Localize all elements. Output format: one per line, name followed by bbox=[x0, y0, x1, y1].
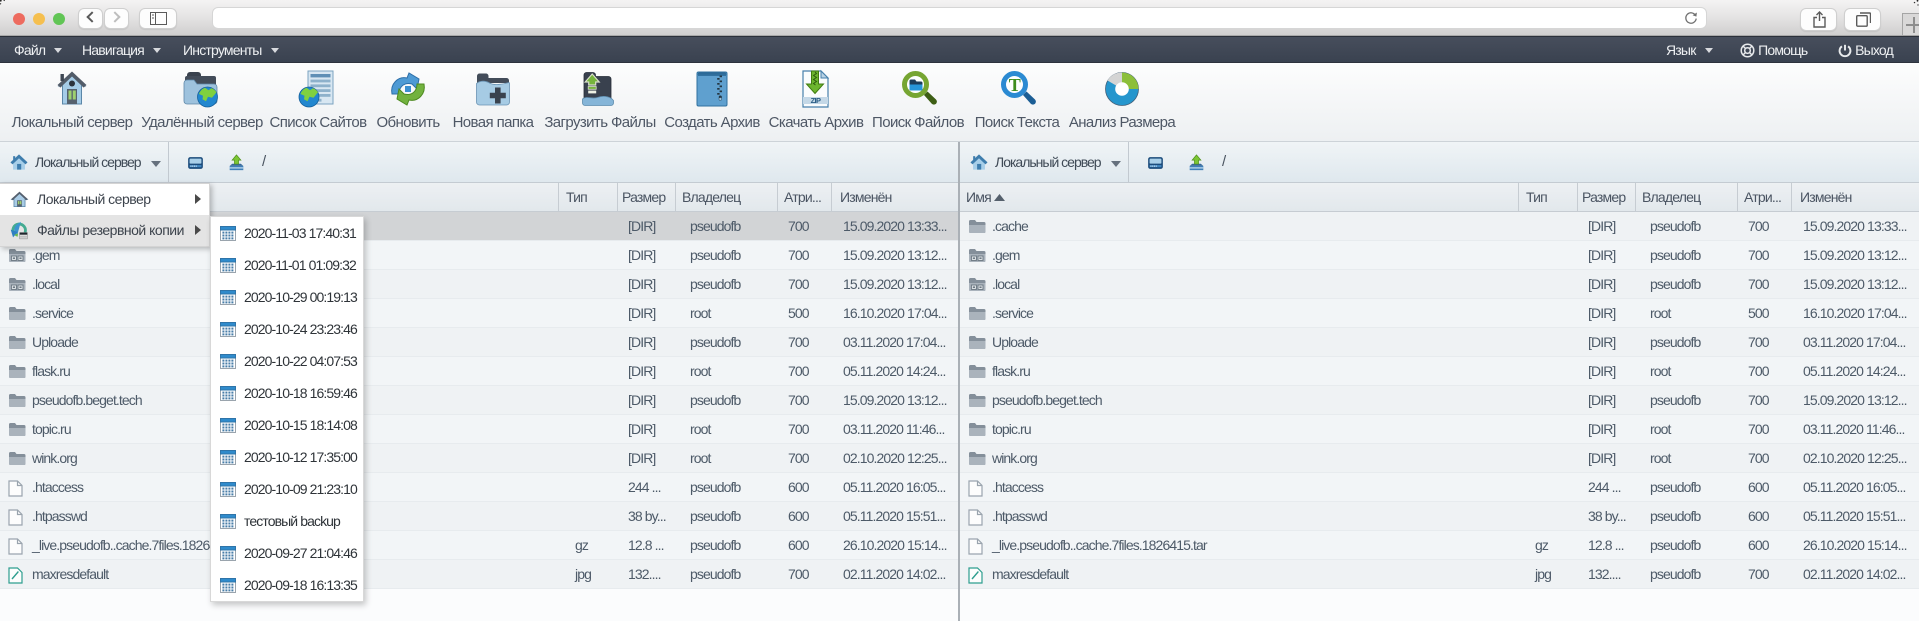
svg-text:ZIP: ZIP bbox=[811, 96, 821, 105]
svg-text:T: T bbox=[1009, 75, 1021, 95]
